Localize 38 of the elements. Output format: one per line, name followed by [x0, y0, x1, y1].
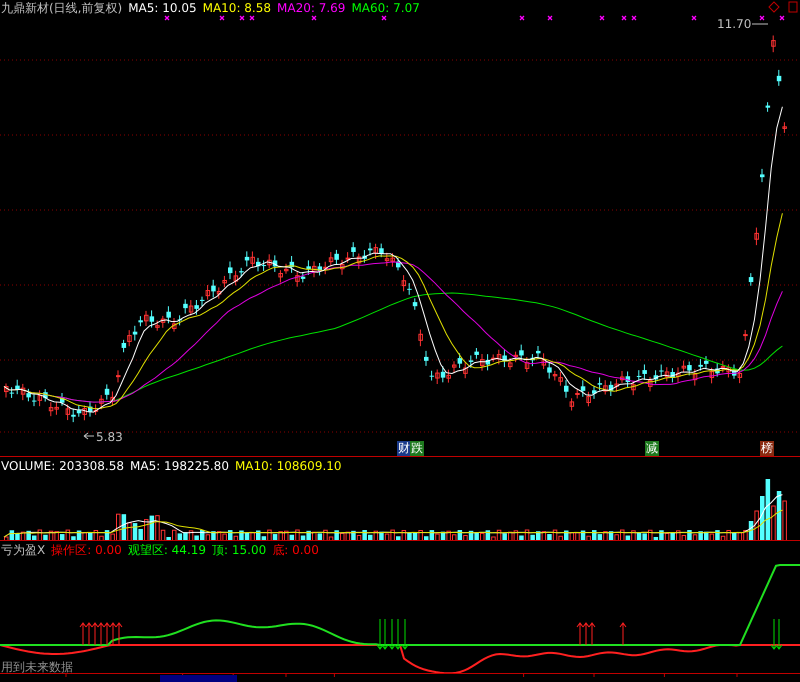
legend-value: MA5: 198225.80: [130, 458, 229, 474]
cross-mark-icon: [779, 15, 785, 21]
panel-toggle-icon[interactable]: [788, 2, 798, 12]
legend-value: 亏为盈X: [1, 542, 46, 558]
event-tag: 减: [645, 441, 659, 456]
low-arrow-icon: [84, 432, 94, 440]
cross-mark-icon: [164, 15, 170, 21]
cross-mark-icon: [759, 15, 765, 21]
cross-mark-icon: [631, 15, 637, 21]
legend-value: MA20: 7.69: [277, 0, 346, 16]
up-arrow-icon: [620, 622, 626, 646]
legend-value: VOLUME: 203308.58: [1, 458, 124, 474]
diamond-icon: [768, 1, 780, 13]
legend-value: MA10: 8.58: [202, 0, 272, 16]
cross-mark-icon: [381, 15, 387, 21]
legend-value: MA5: 10.05: [128, 0, 197, 16]
cross-mark-icon: [219, 15, 225, 21]
cross-mark-icon: [239, 15, 245, 21]
legend-value: 观望区: 44.19: [128, 542, 206, 558]
cross-mark-icon: [519, 15, 525, 21]
event-tag: 跌: [410, 441, 424, 456]
high-price-label: 11.70: [717, 17, 752, 31]
cross-mark-icon: [547, 15, 553, 21]
legend-value: MA10: 108609.10: [234, 458, 342, 474]
chart-title: 九鼎新材(日线,前复权): [1, 0, 122, 16]
low-price-label: 5.83: [96, 430, 123, 444]
warning-note: 用到未来数据: [1, 661, 73, 674]
event-tag: 财: [397, 441, 411, 456]
cross-mark-icon: [621, 15, 627, 21]
legend-value: 操作区: 0.00: [51, 542, 122, 558]
cross-mark-icon: [311, 15, 317, 21]
cross-mark-icon: [691, 15, 697, 21]
event-tag: 榜: [760, 441, 774, 456]
legend-value: 底: 0.00: [272, 542, 319, 558]
legend-value: MA60: 7.07: [351, 0, 420, 16]
legend-value: 顶: 15.00: [212, 542, 266, 558]
cross-mark-icon: [249, 15, 255, 21]
cross-mark-icon: [599, 15, 605, 21]
